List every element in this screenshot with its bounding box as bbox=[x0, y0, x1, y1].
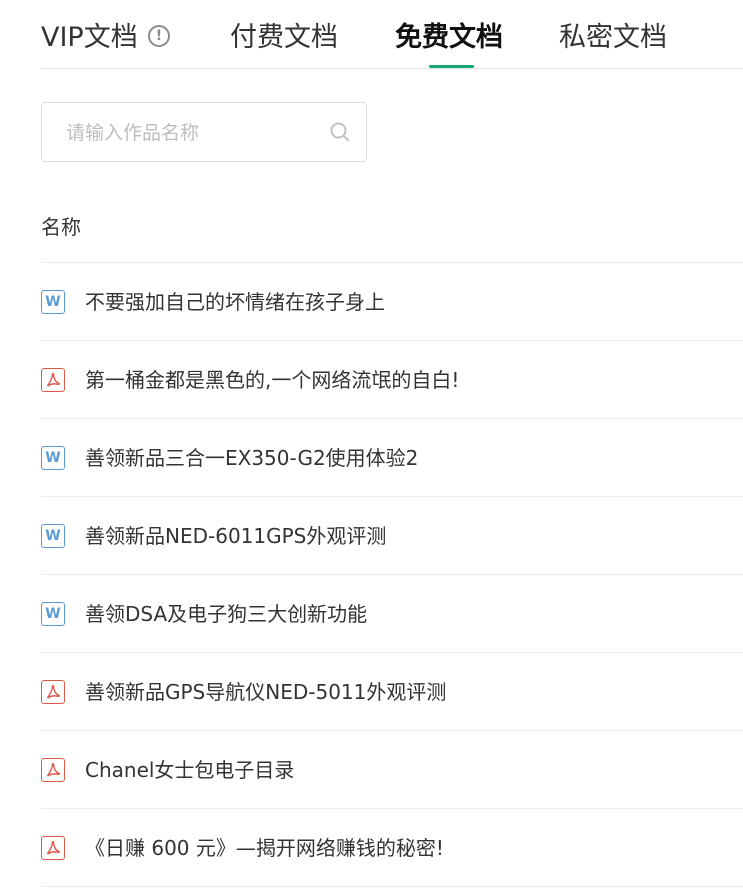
pdf-file-icon bbox=[41, 836, 65, 860]
word-file-icon: W bbox=[41, 446, 65, 470]
word-glyph: W bbox=[45, 294, 61, 310]
active-tab-indicator bbox=[429, 65, 474, 68]
word-file-icon: W bbox=[41, 290, 65, 314]
info-circle-icon[interactable]: ! bbox=[148, 25, 170, 47]
document-row[interactable]: W 不要强加自己的坏情绪在孩子身上 bbox=[41, 263, 743, 341]
word-glyph: W bbox=[45, 606, 61, 622]
document-list: W 不要强加自己的坏情绪在孩子身上第一桶金都是黑色的,一个网络流氓的自白! W 善领新… bbox=[41, 262, 743, 887]
pdf-file-icon bbox=[41, 758, 65, 782]
document-title[interactable]: 善领新品GPS导航仪NED-5011外观评测 bbox=[85, 677, 446, 707]
document-row[interactable]: 《日赚 600 元》—揭开网络赚钱的秘密! bbox=[41, 809, 743, 887]
document-row[interactable]: W 善领新品NED-6011GPS外观评测 bbox=[41, 497, 743, 575]
document-title[interactable]: 《日赚 600 元》—揭开网络赚钱的秘密! bbox=[85, 833, 444, 863]
tab-paid-docs[interactable]: 付费文档 bbox=[230, 20, 338, 56]
document-row[interactable]: W 善领新品三合一EX350-G2使用体验2 bbox=[41, 419, 743, 497]
tab-private-docs[interactable]: 私密文档 bbox=[559, 20, 667, 56]
document-row[interactable]: 善领新品GPS导航仪NED-5011外观评测 bbox=[41, 653, 743, 731]
pdf-file-icon bbox=[41, 680, 65, 704]
word-file-icon: W bbox=[41, 602, 65, 626]
document-title[interactable]: 善领新品三合一EX350-G2使用体验2 bbox=[85, 443, 418, 473]
document-title[interactable]: Chanel女士包电子目录 bbox=[85, 755, 294, 785]
search-icon[interactable] bbox=[329, 121, 351, 143]
document-title[interactable]: 不要强加自己的坏情绪在孩子身上 bbox=[85, 287, 385, 317]
document-row[interactable]: W 善领DSA及电子狗三大创新功能 bbox=[41, 575, 743, 653]
search-input[interactable] bbox=[64, 117, 318, 149]
document-title[interactable]: 善领DSA及电子狗三大创新功能 bbox=[85, 599, 367, 629]
document-title[interactable]: 善领新品NED-6011GPS外观评测 bbox=[85, 521, 386, 551]
tab-vip-docs[interactable]: VIP文档 bbox=[41, 20, 138, 56]
document-title[interactable]: 第一桶金都是黑色的,一个网络流氓的自白! bbox=[85, 365, 459, 395]
document-row[interactable]: 第一桶金都是黑色的,一个网络流氓的自白! bbox=[41, 341, 743, 419]
tab-bar: VIP文档 付费文档 免费文档 私密文档 bbox=[41, 0, 743, 69]
document-row[interactable]: Chanel女士包电子目录 bbox=[41, 731, 743, 809]
word-glyph: W bbox=[45, 528, 61, 544]
search-box bbox=[41, 102, 367, 162]
tab-free-docs[interactable]: 免费文档 bbox=[395, 20, 503, 56]
name-column-header: 名称 bbox=[41, 215, 81, 239]
word-glyph: W bbox=[45, 450, 61, 466]
pdf-file-icon bbox=[41, 368, 65, 392]
word-file-icon: W bbox=[41, 524, 65, 548]
